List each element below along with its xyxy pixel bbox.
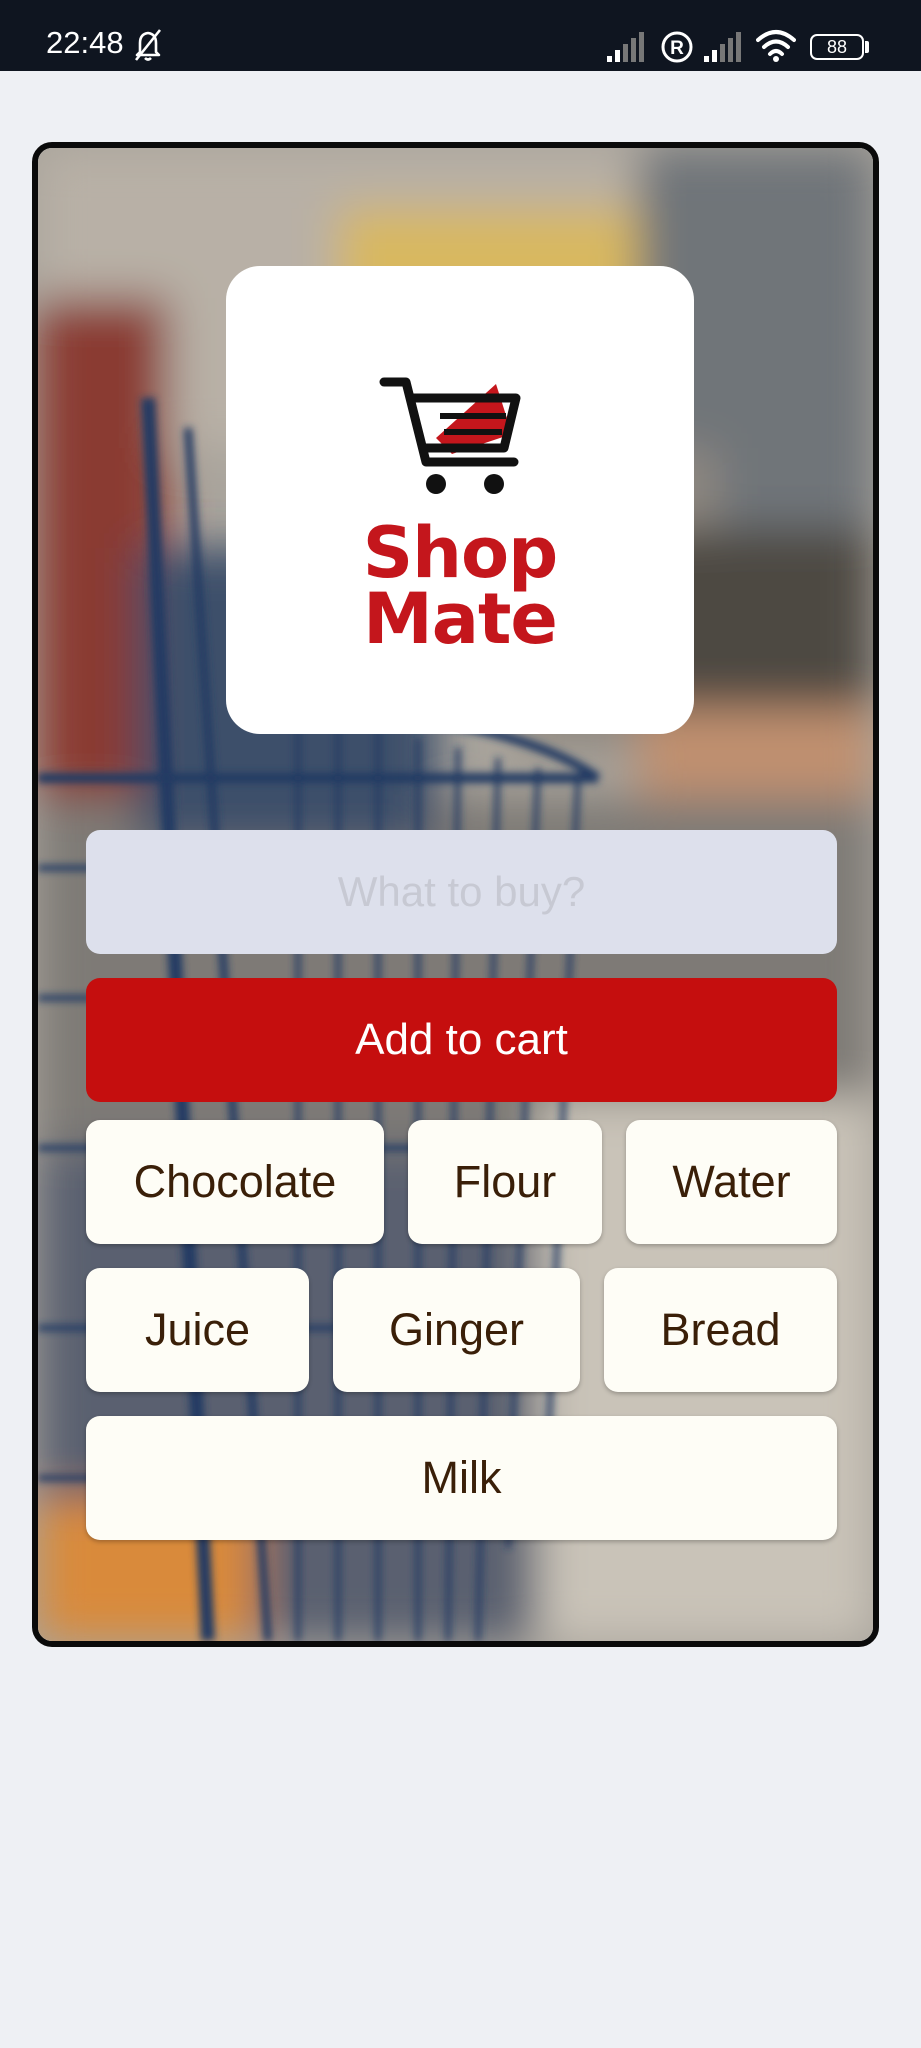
shopping-cart-icon: [379, 377, 521, 494]
logo-text-mate: Mate: [363, 578, 558, 660]
battery-level: 88: [826, 37, 848, 57]
wifi-icon: [756, 30, 796, 62]
svg-text:R: R: [670, 38, 684, 59]
item-chip-flour[interactable]: Flour: [408, 1120, 602, 1244]
signal-icon: [704, 32, 741, 62]
item-chip-juice[interactable]: Juice: [86, 1268, 309, 1392]
item-chip-ginger[interactable]: Ginger: [333, 1268, 580, 1392]
shopmate-logo: Shop Mate: [226, 266, 694, 734]
main-card: Shop Mate Add to cart Chocolate Flour Wa…: [32, 142, 879, 1647]
what-to-buy-input[interactable]: [86, 830, 837, 954]
item-chip-water[interactable]: Water: [626, 1120, 837, 1244]
item-chip-chocolate[interactable]: Chocolate: [86, 1120, 384, 1244]
roaming-r-icon: R: [661, 31, 693, 63]
add-to-cart-button[interactable]: Add to cart: [86, 978, 837, 1102]
status-time: 22:48: [46, 25, 124, 60]
battery-tip: [865, 41, 869, 53]
battery-icon: 88: [810, 34, 864, 60]
item-chip-milk[interactable]: Milk: [86, 1416, 837, 1540]
status-bar: 22:48 R 88: [0, 0, 921, 71]
item-chip-bread[interactable]: Bread: [604, 1268, 837, 1392]
signal-icon: [607, 32, 644, 62]
bell-off-icon: [134, 29, 162, 61]
